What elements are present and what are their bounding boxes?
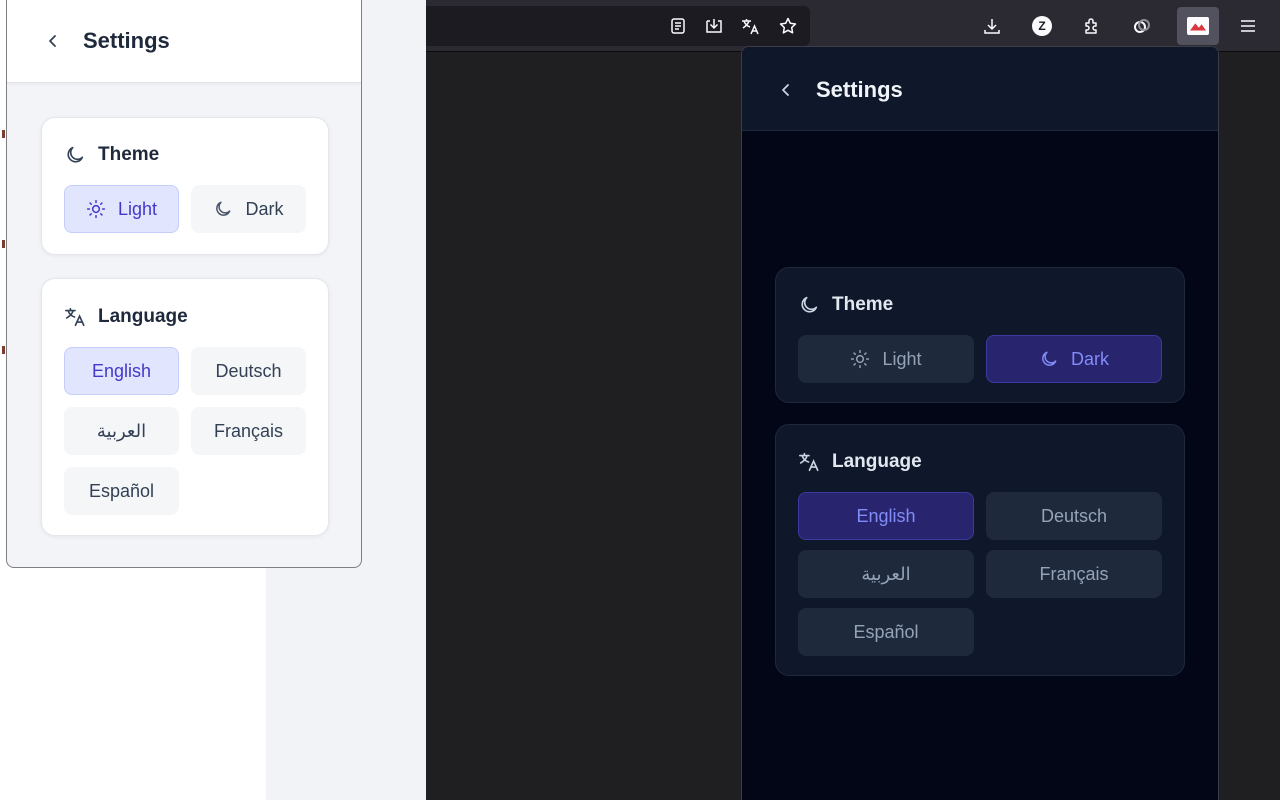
language-options: English Deutsch العربية Français Español — [798, 492, 1162, 656]
extensions-puzzle-icon[interactable] — [1076, 10, 1108, 42]
language-option-deutsch[interactable]: Deutsch — [986, 492, 1162, 540]
sun-icon — [86, 199, 106, 219]
language-card-title: Language — [98, 306, 188, 327]
settings-popup-light: Settings Theme Light Dark Language Engli… — [6, 0, 362, 568]
moon-icon — [216, 201, 231, 216]
theme-card-title: Theme — [832, 294, 894, 315]
theme-options: Light Dark — [798, 335, 1162, 383]
page-title: Settings — [83, 28, 170, 53]
language-card: Language English Deutsch العربية Françai… — [41, 278, 329, 536]
language-options: English Deutsch العربية Français Español — [64, 347, 306, 515]
menu-icon[interactable] — [1232, 10, 1264, 42]
translate-icon — [799, 452, 819, 472]
language-option-english[interactable]: English — [798, 492, 974, 540]
bookmark-star-icon[interactable] — [772, 10, 804, 42]
language-option-english[interactable]: English — [64, 347, 179, 395]
moon-icon — [67, 146, 84, 163]
theme-option-light[interactable]: Light — [798, 335, 974, 383]
language-option-francais[interactable]: Français — [191, 407, 306, 455]
translate-icon — [65, 307, 85, 327]
theme-options: Light Dark — [64, 185, 306, 233]
z-extension-icon[interactable]: Z — [1026, 10, 1058, 42]
language-card-header: Language — [64, 305, 306, 329]
language-card-header: Language — [798, 450, 1162, 474]
sun-icon — [851, 349, 870, 369]
language-card-title: Language — [832, 451, 922, 472]
save-to-pocket-icon[interactable] — [698, 10, 730, 42]
popup-header-bar: Settings — [39, 27, 170, 55]
downloads-icon[interactable] — [976, 10, 1008, 42]
theme-option-label: Light — [882, 348, 922, 369]
language-option-francais[interactable]: Français — [986, 550, 1162, 598]
theme-card-header: Theme — [64, 143, 306, 167]
back-button[interactable] — [39, 27, 67, 55]
reader-view-icon[interactable] — [662, 10, 694, 42]
language-option-deutsch[interactable]: Deutsch — [191, 347, 306, 395]
theme-option-light[interactable]: Light — [64, 185, 179, 233]
language-option-espanol[interactable]: Español — [64, 467, 179, 515]
theme-card-header: Theme — [798, 293, 1162, 317]
theme-card: Theme Light Dark — [775, 267, 1185, 403]
back-button[interactable] — [772, 76, 800, 104]
theme-option-label: Dark — [1070, 348, 1109, 369]
translate-icon[interactable] — [734, 10, 766, 42]
z-badge-label: Z — [1032, 16, 1052, 36]
active-extension-logo — [1187, 17, 1209, 35]
page-title: Settings — [816, 77, 903, 102]
browser-toolbar: Z — [426, 0, 1280, 52]
theme-option-label: Dark — [245, 198, 284, 219]
popup-header-bar: Settings — [772, 76, 903, 104]
theme-card: Theme Light Dark — [41, 117, 329, 255]
theme-card-title: Theme — [98, 144, 160, 165]
chevron-left-icon — [49, 35, 56, 47]
theme-option-dark[interactable]: Dark — [191, 185, 306, 233]
language-option-arabic[interactable]: العربية — [64, 407, 179, 455]
moon-icon — [801, 296, 818, 313]
chevron-left-icon — [782, 84, 789, 96]
settings-popup-dark: Settings Theme Light Dark Language Engli… — [741, 46, 1219, 800]
theme-option-label: Light — [117, 198, 158, 219]
language-card: Language English Deutsch العربية Françai… — [775, 424, 1185, 676]
link-extension-icon[interactable] — [1126, 10, 1158, 42]
language-option-arabic[interactable]: العربية — [798, 550, 974, 598]
language-option-espanol[interactable]: Español — [798, 608, 974, 656]
theme-option-dark[interactable]: Dark — [986, 335, 1162, 383]
moon-icon — [1042, 351, 1057, 366]
active-extension-icon[interactable] — [1177, 7, 1219, 45]
